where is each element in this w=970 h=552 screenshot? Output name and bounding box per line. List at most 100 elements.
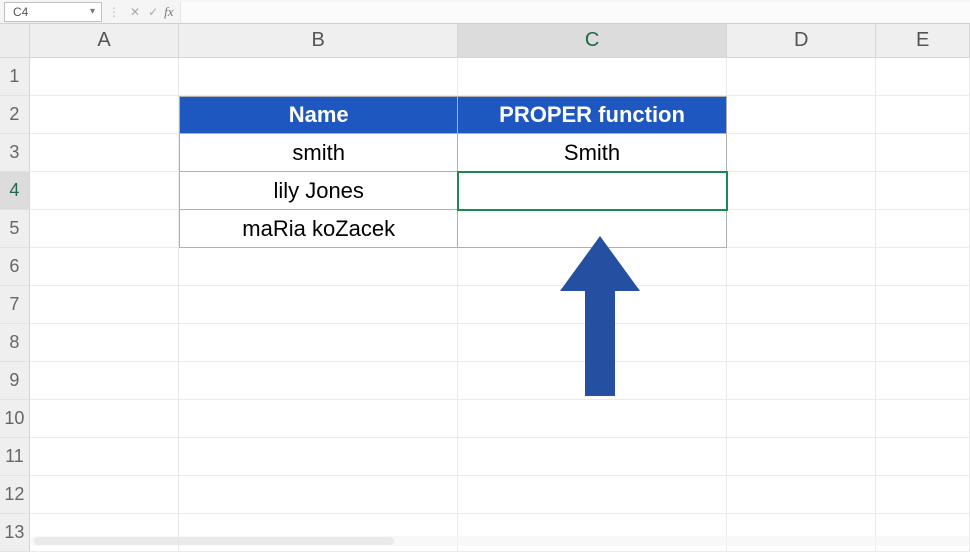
cell[interactable] [179,58,458,96]
grid-row: 5 maRia koZacek [0,210,970,248]
cell[interactable] [179,286,458,324]
cell[interactable] [30,210,179,248]
cell[interactable] [458,362,727,400]
cell[interactable] [876,438,970,476]
cell[interactable] [179,362,458,400]
cancel-icon[interactable]: ✕ [130,5,140,19]
cell[interactable] [727,286,876,324]
cell[interactable] [458,324,727,362]
cell[interactable] [727,210,876,248]
cell[interactable] [727,96,876,134]
cell[interactable] [179,400,458,438]
cell[interactable] [30,438,179,476]
cell[interactable] [727,172,876,210]
cell[interactable] [458,438,727,476]
cell[interactable] [30,362,179,400]
row-header-5[interactable]: 5 [0,210,30,248]
cell[interactable] [876,134,970,172]
cell[interactable] [876,96,970,134]
cell[interactable] [876,286,970,324]
column-header-row: A B C D E [0,24,970,58]
cell[interactable] [727,476,876,514]
row-header-9[interactable]: 9 [0,362,30,400]
selected-cell[interactable] [458,172,727,210]
cell[interactable] [30,248,179,286]
col-header-A[interactable]: A [30,24,179,57]
grid-row: 8 [0,324,970,362]
table-row[interactable] [458,210,727,248]
cell[interactable] [876,476,970,514]
row-header-1[interactable]: 1 [0,58,30,96]
horizontal-scrollbar[interactable] [30,536,970,546]
formula-input[interactable] [180,2,970,22]
cell[interactable] [30,514,179,552]
row-header-10[interactable]: 10 [0,400,30,438]
grid-row: 13 [0,514,970,552]
separator: ⋮ [108,5,120,19]
cell[interactable] [458,248,727,286]
fx-icon[interactable]: fx [164,4,173,20]
row-header-12[interactable]: 12 [0,476,30,514]
name-box[interactable]: C4 ▾ [4,2,102,22]
row-header-4[interactable]: 4 [0,172,30,210]
cell[interactable] [30,286,179,324]
cell[interactable] [876,210,970,248]
cell[interactable] [30,476,179,514]
cell[interactable] [876,400,970,438]
cell[interactable] [727,362,876,400]
cell[interactable] [727,134,876,172]
cell[interactable] [458,476,727,514]
cell[interactable] [458,514,727,552]
cell[interactable] [30,58,179,96]
cell[interactable] [876,58,970,96]
row-header-2[interactable]: 2 [0,96,30,134]
cell[interactable] [458,286,727,324]
formula-bar: C4 ▾ ⋮ ✕ ✓ fx [0,0,970,24]
cell[interactable] [458,400,727,438]
scrollbar-thumb[interactable] [34,537,394,545]
row-header-7[interactable]: 7 [0,286,30,324]
table-row[interactable]: lily Jones [179,172,458,210]
grid-row: 7 [0,286,970,324]
cell[interactable] [179,324,458,362]
row-header-3[interactable]: 3 [0,134,30,172]
cell[interactable] [30,134,179,172]
cell[interactable] [727,58,876,96]
cell[interactable] [876,172,970,210]
col-header-B[interactable]: B [179,24,458,57]
cell[interactable] [727,400,876,438]
cell[interactable] [727,324,876,362]
cell[interactable] [876,248,970,286]
row-header-8[interactable]: 8 [0,324,30,362]
spreadsheet-grid[interactable]: A B C D E 1 2 Name PROPER function 3 smi… [0,24,970,552]
row-header-6[interactable]: 6 [0,248,30,286]
table-row[interactable]: maRia koZacek [179,210,458,248]
table-row[interactable]: smith [179,134,458,172]
cell[interactable] [876,362,970,400]
accept-icon[interactable]: ✓ [148,5,158,19]
cell[interactable] [179,476,458,514]
cell[interactable] [458,58,727,96]
cell[interactable] [179,514,458,552]
col-header-C[interactable]: C [458,24,727,57]
cell[interactable] [876,514,970,552]
cell[interactable] [727,248,876,286]
cell[interactable] [30,172,179,210]
row-header-11[interactable]: 11 [0,438,30,476]
cell[interactable] [30,96,179,134]
cell[interactable] [179,438,458,476]
cell[interactable] [179,248,458,286]
col-header-D[interactable]: D [727,24,876,57]
select-all-corner[interactable] [0,24,30,57]
cell[interactable] [876,324,970,362]
cell[interactable] [30,400,179,438]
cell[interactable] [727,514,876,552]
col-header-E[interactable]: E [876,24,970,57]
cell[interactable] [727,438,876,476]
table-header-name[interactable]: Name [179,96,458,134]
table-header-proper[interactable]: PROPER function [458,96,727,134]
row-header-13[interactable]: 13 [0,514,30,552]
table-row[interactable]: Smith [458,134,727,172]
grid-row: 1 [0,58,970,96]
cell[interactable] [30,324,179,362]
